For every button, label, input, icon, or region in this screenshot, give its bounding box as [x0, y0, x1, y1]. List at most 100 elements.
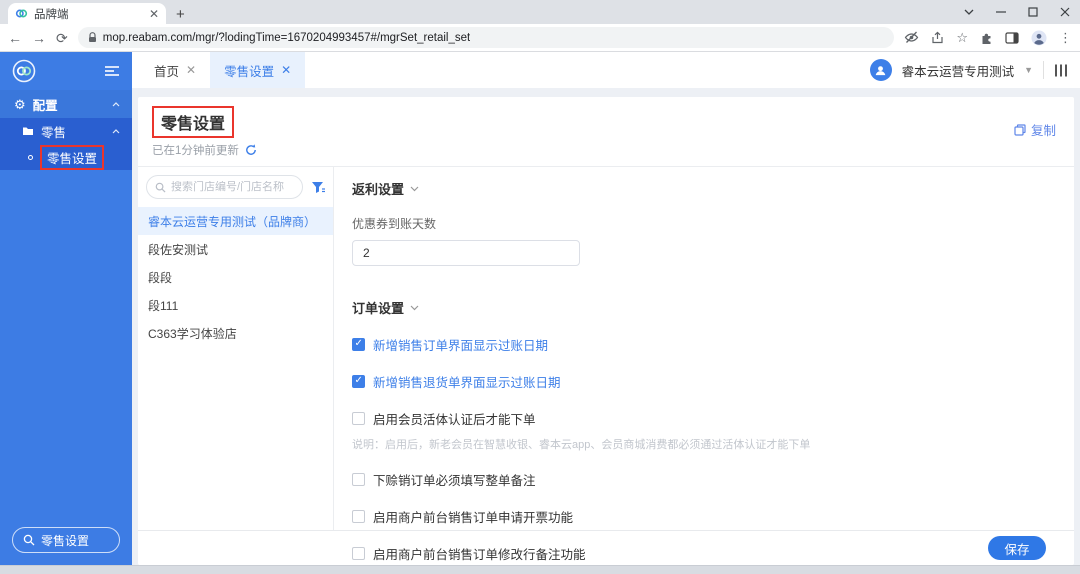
chevron-up-icon: [112, 128, 120, 134]
checkbox-label: 新增销售退货单界面显示过账日期: [373, 376, 561, 390]
eye-off-icon[interactable]: [904, 31, 919, 44]
extensions-puzzle-icon[interactable]: [980, 31, 993, 44]
divider: [1043, 61, 1044, 79]
checkbox-row: 启用商户前台销售订单修改行备注功能: [352, 544, 1056, 563]
app-tab-label: 零售设置: [224, 64, 275, 79]
store-search-input[interactable]: [171, 181, 294, 193]
sidebar-item-label: 配置: [32, 98, 58, 113]
checkbox[interactable]: [352, 510, 365, 523]
checkbox-row: 新增销售订单界面显示过账日期: [352, 335, 1056, 354]
store-list-item[interactable]: C363学习体验店: [138, 319, 333, 347]
sidebar-item-retail[interactable]: 零售: [0, 118, 132, 144]
close-icon[interactable]: ✕: [281, 63, 291, 77]
checkbox-label: 启用商户前台销售订单修改行备注功能: [373, 548, 586, 562]
new-tab-button[interactable]: +: [176, 7, 185, 22]
checkbox-row: 下赊销订单必须填写整单备注: [352, 470, 1056, 489]
app-logo-icon: [12, 59, 36, 83]
retail-settings-card: 零售设置 已在1分钟前更新 复制 搜索门店编号/门店名称 睿本云运营专用测试（品…: [138, 97, 1074, 562]
app-topbar: 首页 ✕ 零售设置 ✕ 睿本云运营专用测试 ▼: [132, 52, 1080, 88]
coupon-days-input[interactable]: [352, 240, 580, 266]
tab-search-chevron-icon[interactable]: [964, 9, 974, 15]
sidebar-item-label: 零售: [41, 125, 67, 140]
app-tab-label: 首页: [154, 64, 180, 79]
forward-icon[interactable]: →: [32, 31, 46, 45]
sidebar-collapse-icon[interactable]: [104, 65, 120, 77]
browser-toolbar: ← → ⟳ mop.reabam.com/mgr/?lodingTime=167…: [0, 24, 1080, 52]
reload-icon[interactable]: ⟳: [56, 31, 68, 45]
bookmark-star-icon[interactable]: ☆: [956, 30, 968, 46]
window-bottom-edge: [0, 565, 1080, 574]
chevron-down-icon: [410, 186, 419, 192]
tab-close-icon[interactable]: ✕: [149, 8, 159, 20]
browser-tab-title: 品牌端: [34, 8, 69, 21]
address-bar[interactable]: mop.reabam.com/mgr/?lodingTime=167020499…: [77, 27, 895, 48]
store-list-item[interactable]: 睿本云运营专用测试（品牌商）: [138, 207, 333, 235]
section-rebate-header[interactable]: 返利设置: [352, 179, 1056, 198]
checkbox-label: 下赊销订单必须填写整单备注: [373, 474, 536, 488]
copy-button[interactable]: 复制: [1014, 120, 1056, 139]
columns-menu-icon[interactable]: [1054, 64, 1068, 77]
page-title: 零售设置: [152, 106, 235, 138]
checkbox[interactable]: [352, 338, 365, 351]
checkbox-row: 启用会员活体认证后才能下单: [352, 409, 1056, 428]
store-list-item[interactable]: 段111: [138, 291, 333, 319]
search-icon: [155, 182, 166, 193]
annotation-red-box: 零售设置: [40, 144, 105, 170]
checkbox[interactable]: [352, 473, 365, 486]
checkbox-note: 说明：启用后，新老会员在智慧收银、睿本云app、会员商城消费都必须通过活体认证才…: [352, 439, 811, 451]
user-avatar: [869, 59, 892, 81]
section-title: 订单设置: [352, 301, 405, 316]
window-close-button[interactable]: [1060, 7, 1070, 17]
browser-tab[interactable]: 品牌端 ✕: [8, 3, 166, 24]
bullet-icon: [28, 154, 33, 160]
checkbox-row: 启用商户前台销售订单申请开票功能: [352, 507, 1056, 526]
section-order-header[interactable]: 订单设置: [352, 298, 1056, 317]
copy-icon: [1014, 123, 1026, 136]
sidebar-item-config[interactable]: ⚙ 配置: [0, 90, 132, 118]
settings-panel: 返利设置 优惠券到账天数 订单设置 新增销售订单界面显示过账日期: [334, 167, 1074, 562]
sidebar-item-retail-settings[interactable]: 零售设置: [0, 144, 132, 170]
close-icon[interactable]: ✕: [186, 63, 196, 77]
sidebar-footer-label: 零售设置: [41, 533, 90, 548]
url-text: mop.reabam.com/mgr/?lodingTime=167020499…: [102, 31, 471, 44]
sidebar-item-label: 零售设置: [47, 151, 98, 166]
card-header: 零售设置 已在1分钟前更新 复制: [138, 97, 1074, 167]
checkbox-label: 启用会员活体认证后才能下单: [373, 413, 536, 427]
checkbox-label: 新增销售订单界面显示过账日期: [373, 339, 549, 353]
section-title: 返利设置: [352, 182, 405, 197]
checkbox[interactable]: [352, 375, 365, 388]
app-tab-home[interactable]: 首页 ✕: [140, 52, 210, 88]
store-list-item[interactable]: 段段: [138, 263, 333, 291]
checkbox[interactable]: [352, 547, 365, 560]
checkbox-label: 启用商户前台销售订单申请开票功能: [373, 511, 574, 525]
browser-menu-kebab-icon[interactable]: ⋮: [1059, 30, 1072, 46]
chevron-down-icon[interactable]: ▼: [1024, 65, 1033, 75]
sidebar-footer-search[interactable]: 零售设置: [12, 527, 120, 553]
chevron-up-icon: [112, 101, 120, 107]
store-list-item[interactable]: 段佐安测试: [138, 235, 333, 263]
window-minimize-button[interactable]: [996, 7, 1006, 17]
updated-text: 已在1分钟前更新: [152, 145, 239, 157]
window-maximize-button[interactable]: [1028, 7, 1038, 17]
store-search-box[interactable]: [146, 175, 303, 199]
coupon-days-label: 优惠券到账天数: [352, 217, 437, 231]
back-icon[interactable]: ←: [8, 31, 22, 45]
copy-label: 复制: [1030, 124, 1056, 138]
share-icon[interactable]: [931, 31, 944, 44]
filter-funnel-icon[interactable]: [311, 181, 325, 194]
browser-tabstrip: 品牌端 ✕ +: [0, 0, 1080, 24]
user-name: 睿本云运营专用测试: [901, 64, 1015, 79]
app-sidebar: ⚙ 配置 零售 零售设置 零售设置: [0, 52, 132, 565]
site-favicon: [15, 7, 28, 20]
profile-avatar-icon[interactable]: [1031, 30, 1047, 46]
folder-icon: [22, 126, 34, 136]
chevron-down-icon: [410, 305, 419, 311]
app-tab-retail-settings[interactable]: 零售设置 ✕: [210, 52, 306, 88]
store-list-panel: 睿本云运营专用测试（品牌商） 段佐安测试 段段 段111 C363学习体验店: [138, 167, 334, 530]
refresh-icon[interactable]: [245, 144, 257, 156]
checkbox-row: 新增销售退货单界面显示过账日期: [352, 372, 1056, 391]
gear-icon: ⚙: [14, 96, 26, 112]
search-icon: [23, 534, 35, 546]
side-panel-icon[interactable]: [1005, 31, 1019, 44]
checkbox[interactable]: [352, 412, 365, 425]
